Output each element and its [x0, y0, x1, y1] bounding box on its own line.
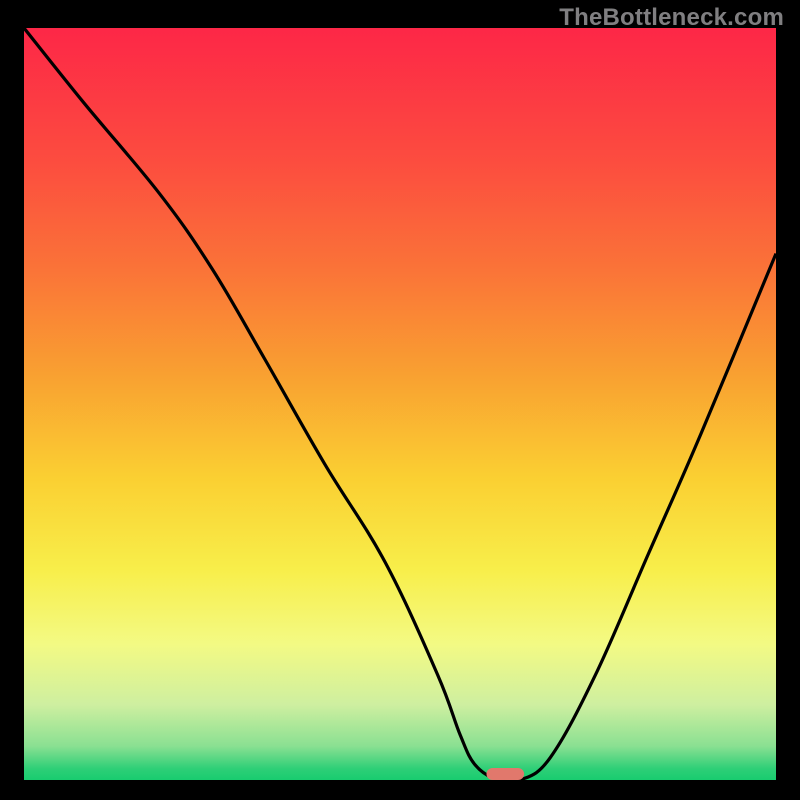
plot-background: [24, 28, 776, 780]
chart-frame: TheBottleneck.com: [0, 0, 800, 800]
optimal-marker: [486, 768, 524, 780]
bottleneck-plot: [24, 28, 776, 780]
